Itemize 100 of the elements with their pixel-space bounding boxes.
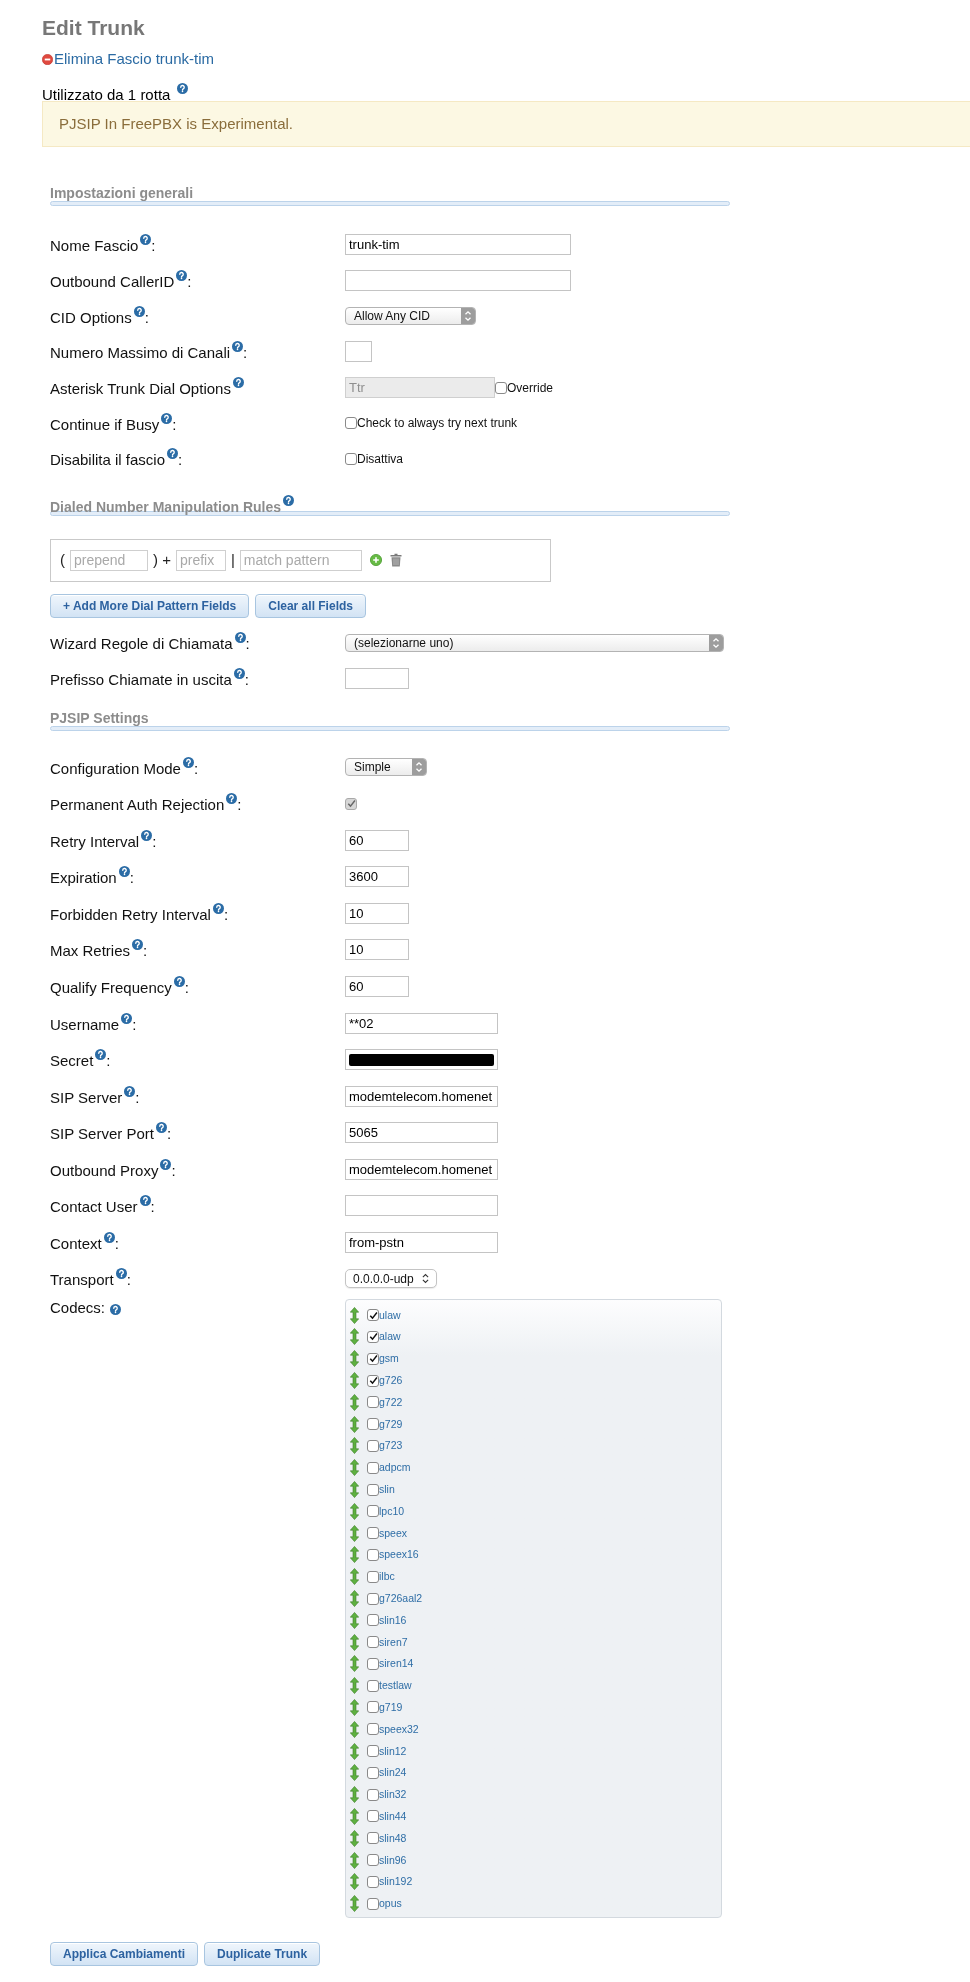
up-down-arrow-icon[interactable]	[350, 1677, 359, 1695]
checkbox[interactable]	[367, 1309, 379, 1322]
help-icon[interactable]	[95, 1049, 107, 1061]
text-field[interactable]	[345, 270, 571, 292]
up-down-arrow-icon[interactable]	[350, 1742, 359, 1760]
select-field[interactable]: Allow Any CID	[345, 307, 476, 326]
checkbox[interactable]	[367, 1527, 379, 1540]
up-down-arrow-icon[interactable]	[350, 1372, 359, 1390]
up-down-arrow-icon[interactable]	[350, 1481, 359, 1498]
text-field[interactable]: **02	[345, 1012, 498, 1034]
help-icon[interactable]	[115, 1268, 127, 1280]
help-icon[interactable]	[141, 829, 153, 841]
text-field[interactable]	[345, 341, 372, 363]
help-icon[interactable]	[167, 448, 179, 460]
help-icon[interactable]	[176, 270, 188, 282]
checkbox[interactable]	[367, 1548, 379, 1561]
text-field[interactable]	[345, 1049, 498, 1071]
help-icon[interactable]	[155, 1122, 167, 1134]
add-fields-button[interactable]: + Add More Dial Pattern Fields	[50, 593, 250, 618]
up-down-arrow-icon[interactable]	[350, 1895, 359, 1913]
up-down-arrow-icon[interactable]	[350, 1851, 359, 1869]
help-icon[interactable]	[140, 234, 152, 246]
checkbox[interactable]	[367, 1592, 379, 1605]
select-field[interactable]: Simple	[345, 758, 427, 777]
text-field[interactable]: 10	[345, 939, 409, 961]
duplicate-button[interactable]: Duplicate Trunk	[204, 1941, 321, 1966]
help-icon[interactable]	[182, 756, 194, 768]
checkbox[interactable]	[367, 1483, 379, 1496]
up-down-arrow-icon[interactable]	[350, 1350, 359, 1368]
add-icon[interactable]	[369, 554, 382, 567]
up-down-arrow-icon[interactable]	[350, 1502, 359, 1520]
checkbox[interactable]	[367, 1352, 379, 1365]
up-down-arrow-icon[interactable]	[350, 1546, 359, 1564]
text-field[interactable]	[345, 1195, 498, 1217]
up-down-arrow-icon[interactable]	[350, 1590, 359, 1607]
up-down-arrow-icon[interactable]	[350, 1764, 359, 1782]
checkbox[interactable]	[367, 1897, 379, 1910]
checkbox[interactable]	[367, 1396, 379, 1409]
up-down-arrow-icon[interactable]	[350, 1611, 359, 1629]
up-down-arrow-icon[interactable]	[350, 1699, 359, 1716]
text-field[interactable]	[345, 668, 409, 690]
text-field[interactable]: modemtelecom.homenet	[345, 1158, 498, 1180]
checkbox[interactable]	[345, 417, 357, 430]
help-icon[interactable]	[173, 975, 185, 987]
up-down-arrow-icon[interactable]	[350, 1306, 359, 1324]
checkbox[interactable]	[367, 1636, 379, 1649]
help-icon[interactable]	[132, 939, 144, 951]
checkbox[interactable]	[367, 1679, 379, 1692]
text-field[interactable]: 60	[345, 829, 409, 851]
up-down-arrow-icon[interactable]	[350, 1873, 359, 1891]
checkbox[interactable]	[367, 1745, 379, 1758]
help-icon[interactable]	[103, 1231, 115, 1243]
checkbox[interactable]	[345, 452, 357, 465]
text-field[interactable]: 60	[345, 975, 409, 997]
rule-input-field[interactable]: prepend	[70, 549, 148, 571]
help-icon[interactable]	[233, 668, 245, 680]
up-down-arrow-icon[interactable]	[350, 1393, 359, 1411]
checkbox[interactable]	[367, 1766, 379, 1779]
rule-input-field[interactable]: prefix	[175, 549, 226, 571]
text-field[interactable]: modemtelecom.homenet	[345, 1085, 498, 1107]
checkbox[interactable]	[367, 1723, 379, 1736]
help-icon[interactable]	[124, 1085, 136, 1097]
help-icon[interactable]	[161, 412, 173, 424]
up-down-arrow-icon[interactable]	[350, 1415, 359, 1433]
text-field[interactable]: 5065	[345, 1122, 498, 1144]
help-icon[interactable]	[283, 494, 295, 506]
up-down-arrow-icon[interactable]	[350, 1655, 359, 1673]
select-field[interactable]: (selezionarne uno)	[345, 633, 724, 652]
rule-input-field[interactable]: match pattern	[239, 549, 362, 571]
text-field[interactable]: from-pstn	[345, 1231, 498, 1253]
help-icon[interactable]	[118, 866, 130, 878]
help-icon[interactable]	[160, 1158, 172, 1170]
help-icon[interactable]	[212, 902, 224, 914]
checkbox[interactable]	[367, 1461, 379, 1474]
help-icon[interactable]	[232, 341, 244, 353]
help-icon[interactable]	[139, 1195, 151, 1207]
up-down-arrow-icon[interactable]	[350, 1720, 359, 1738]
help-icon[interactable]	[133, 305, 145, 317]
help-icon[interactable]	[177, 83, 189, 94]
checkbox[interactable]	[367, 1614, 379, 1627]
help-icon[interactable]	[121, 1012, 133, 1024]
checkbox[interactable]	[367, 1701, 379, 1714]
checkbox[interactable]	[367, 1810, 379, 1823]
up-down-arrow-icon[interactable]	[350, 1328, 359, 1346]
up-down-arrow-icon[interactable]	[350, 1459, 359, 1477]
up-down-arrow-icon[interactable]	[350, 1568, 359, 1586]
delete-trunk-link[interactable]: Elimina Fascio trunk-tim	[42, 49, 215, 69]
clear-fields-button[interactable]: Clear all Fields	[255, 593, 366, 618]
checkbox[interactable]	[367, 1418, 379, 1431]
text-field[interactable]: 3600	[345, 866, 409, 888]
up-down-arrow-icon[interactable]	[350, 1786, 359, 1804]
checkbox[interactable]	[367, 1854, 379, 1867]
checkbox[interactable]	[367, 1832, 379, 1845]
select-field[interactable]: 0.0.0.0-udp	[345, 1269, 437, 1289]
text-field[interactable]: 10	[345, 902, 409, 924]
checkbox[interactable]	[367, 1788, 379, 1801]
up-down-arrow-icon[interactable]	[350, 1524, 359, 1542]
help-icon[interactable]	[234, 632, 246, 644]
trash-icon[interactable]	[389, 553, 402, 568]
checkbox[interactable]	[367, 1657, 379, 1670]
